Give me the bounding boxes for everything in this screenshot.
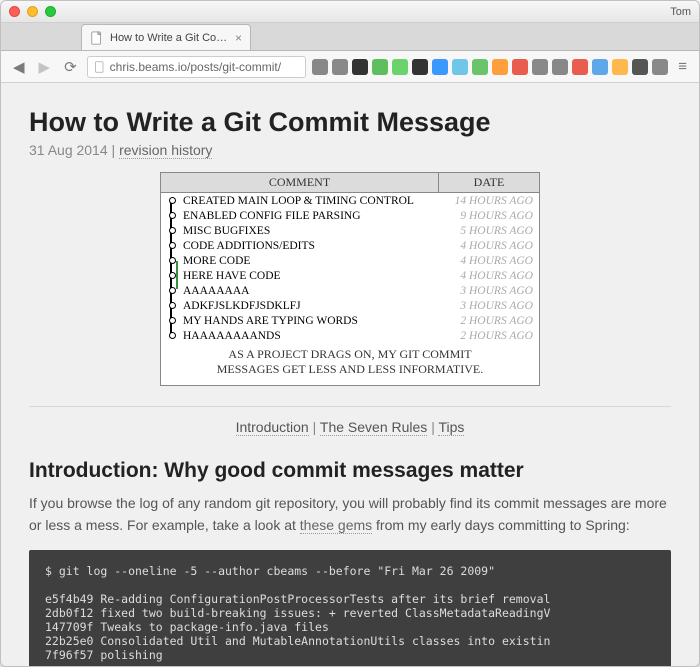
- comic-row: CODE ADDITIONS/EDITS4 HOURS AGO: [161, 238, 539, 253]
- intro-heading: Introduction: Why good commit messages m…: [29, 459, 671, 483]
- extension-icon[interactable]: [492, 59, 508, 75]
- comic-caption: AS A PROJECT DRAGS ON, MY GIT COMMIT MES…: [161, 343, 539, 385]
- browser-toolbar: ◀ ▶ ⟳ chris.beams.io/posts/git-commit/ ≡: [1, 51, 699, 83]
- extension-icon[interactable]: [412, 59, 428, 75]
- tab-title: How to Write a Git Commit...: [110, 32, 229, 44]
- divider: [29, 406, 671, 407]
- window-titlebar: Tom: [1, 1, 699, 23]
- extension-icon[interactable]: [392, 59, 408, 75]
- extension-icon[interactable]: [532, 59, 548, 75]
- zoom-window-button[interactable]: [45, 6, 56, 17]
- tab-strip: How to Write a Git Commit... ×: [1, 23, 699, 51]
- page-title: How to Write a Git Commit Message: [29, 107, 671, 138]
- menu-button[interactable]: ≡: [674, 56, 691, 77]
- comic-header-date: DATE: [439, 173, 539, 192]
- address-bar[interactable]: chris.beams.io/posts/git-commit/: [87, 56, 307, 78]
- extension-icon[interactable]: [552, 59, 568, 75]
- extension-icon[interactable]: [572, 59, 588, 75]
- git-log-codeblock: $ git log --oneline -5 --author cbeams -…: [29, 550, 671, 666]
- url-text: chris.beams.io/posts/git-commit/: [110, 60, 281, 74]
- extension-icon[interactable]: [332, 59, 348, 75]
- window-controls: [9, 6, 56, 17]
- intro-paragraph: If you browse the log of any random git …: [29, 493, 671, 536]
- extension-icon[interactable]: [372, 59, 388, 75]
- comic-header-comment: COMMENT: [161, 173, 439, 192]
- close-window-button[interactable]: [9, 6, 20, 17]
- extension-icon[interactable]: [452, 59, 468, 75]
- page-content[interactable]: How to Write a Git Commit Message 31 Aug…: [1, 83, 699, 666]
- comic-row: ADKFJSLKDFJSDKLFJ3 HOURS AGO: [161, 298, 539, 313]
- anchor-seven-rules[interactable]: The Seven Rules: [320, 419, 427, 436]
- comic-row: MY HANDS ARE TYPING WORDS2 HOURS AGO: [161, 313, 539, 328]
- extension-icon[interactable]: [352, 59, 368, 75]
- comic-row: HAAAAAAAANDS2 HOURS AGO: [161, 328, 539, 343]
- anchor-tips[interactable]: Tips: [438, 419, 464, 436]
- anchor-introduction[interactable]: Introduction: [236, 419, 309, 436]
- these-gems-link[interactable]: these gems: [300, 517, 372, 534]
- reload-button[interactable]: ⟳: [60, 56, 81, 78]
- comic-row: CREATED MAIN LOOP & TIMING CONTROL14 HOU…: [161, 193, 539, 208]
- profile-name[interactable]: Tom: [670, 6, 691, 18]
- tab-close-button[interactable]: ×: [235, 31, 242, 45]
- page-meta: 31 Aug 2014 | revision history: [29, 142, 671, 158]
- extension-icon[interactable]: [312, 59, 328, 75]
- revision-history-link[interactable]: revision history: [119, 142, 212, 159]
- extension-icons: [312, 59, 668, 75]
- page-anchors: Introduction | The Seven Rules | Tips: [29, 419, 671, 435]
- comic-row: AAAAAAAA3 HOURS AGO: [161, 283, 539, 298]
- xkcd-comic: COMMENT DATE CREATED MAIN LOOP & TIMING …: [160, 172, 540, 386]
- comic-row: MISC BUGFIXES5 HOURS AGO: [161, 223, 539, 238]
- extension-icon[interactable]: [432, 59, 448, 75]
- extension-icon[interactable]: [512, 59, 528, 75]
- browser-window: Tom How to Write a Git Commit... × ◀ ▶ ⟳…: [0, 0, 700, 667]
- page-favicon-icon: [90, 31, 104, 45]
- minimize-window-button[interactable]: [27, 6, 38, 17]
- comic-row: HERE HAVE CODE4 HOURS AGO: [161, 268, 539, 283]
- browser-tab[interactable]: How to Write a Git Commit... ×: [81, 24, 251, 50]
- comic-row: ENABLED CONFIG FILE PARSING9 HOURS AGO: [161, 208, 539, 223]
- page-icon: [94, 61, 106, 73]
- comic-row: MORE CODE4 HOURS AGO: [161, 253, 539, 268]
- extension-icon[interactable]: [472, 59, 488, 75]
- extension-icon[interactable]: [592, 59, 608, 75]
- forward-button[interactable]: ▶: [35, 56, 55, 78]
- back-button[interactable]: ◀: [9, 56, 29, 78]
- publish-date: 31 Aug 2014: [29, 142, 108, 158]
- extension-icon[interactable]: [632, 59, 648, 75]
- extension-icon[interactable]: [652, 59, 668, 75]
- extension-icon[interactable]: [612, 59, 628, 75]
